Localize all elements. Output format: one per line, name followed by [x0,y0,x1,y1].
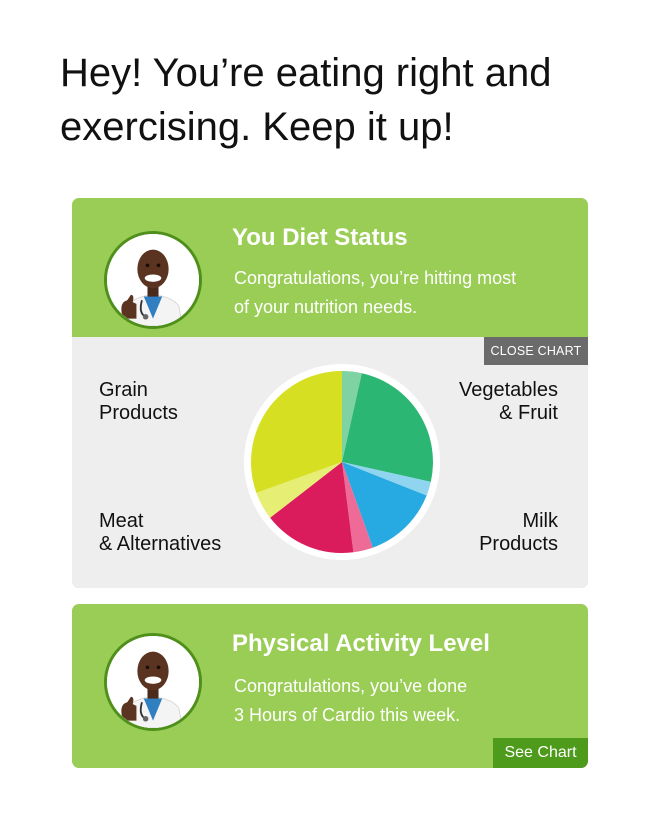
physical-activity-message-line-1: Congratulations, you’ve done [234,676,468,696]
label-grain-line-1: Grain [99,379,148,401]
label-veg-line-2: & Fruit [499,402,558,424]
nutrition-pie-chart [244,364,440,560]
see-chart-button[interactable]: See Chart [493,738,588,768]
label-milk-line-2: Products [479,533,558,555]
doctor-avatar-icon [104,231,202,329]
headline-line-2: exercising. Keep it up! [60,105,454,149]
headline-line-1: Hey! You’re eating right and [60,51,552,95]
label-grain-line-2: Products [99,402,178,424]
label-meat-alternatives: Meat & Alternatives [99,510,221,556]
diet-status-title: You Diet Status [232,224,408,251]
doctor-avatar-icon-graphic [107,636,199,728]
close-chart-button[interactable]: CLOSE CHART [484,337,588,365]
label-milk-products: Milk Products [479,510,558,556]
diet-chart-panel: CLOSE CHART Grain Products Vegetables & … [72,337,588,588]
label-veg-line-1: Vegetables [459,379,558,401]
doctor-avatar-icon [104,633,202,731]
label-meat-line-2: & Alternatives [99,533,222,555]
diet-status-message: Congratulations, you’re hitting most of … [234,264,574,322]
physical-activity-card: Physical Activity Level Congratulations,… [72,604,588,768]
label-vegetables-fruit: Vegetables & Fruit [459,379,558,425]
diet-status-message-line-1: Congratulations, you’re hitting most [234,268,517,288]
label-milk-line-1: Milk [522,510,558,532]
doctor-avatar-icon-graphic [107,234,199,326]
pie-slices [250,371,433,553]
label-grain-products: Grain Products [99,379,178,425]
diet-status-message-line-2: of your nutrition needs. [234,297,418,317]
page-headline: Hey! You’re eating right and exercising.… [60,46,620,154]
diet-status-card: You Diet Status Congratulations, you’re … [72,198,588,588]
physical-activity-message: Congratulations, you’ve done 3 Hours of … [234,672,574,730]
physical-activity-message-line-2: 3 Hours of Cardio this week. [234,705,461,725]
label-meat-line-1: Meat [99,510,144,532]
physical-activity-title: Physical Activity Level [232,630,490,657]
